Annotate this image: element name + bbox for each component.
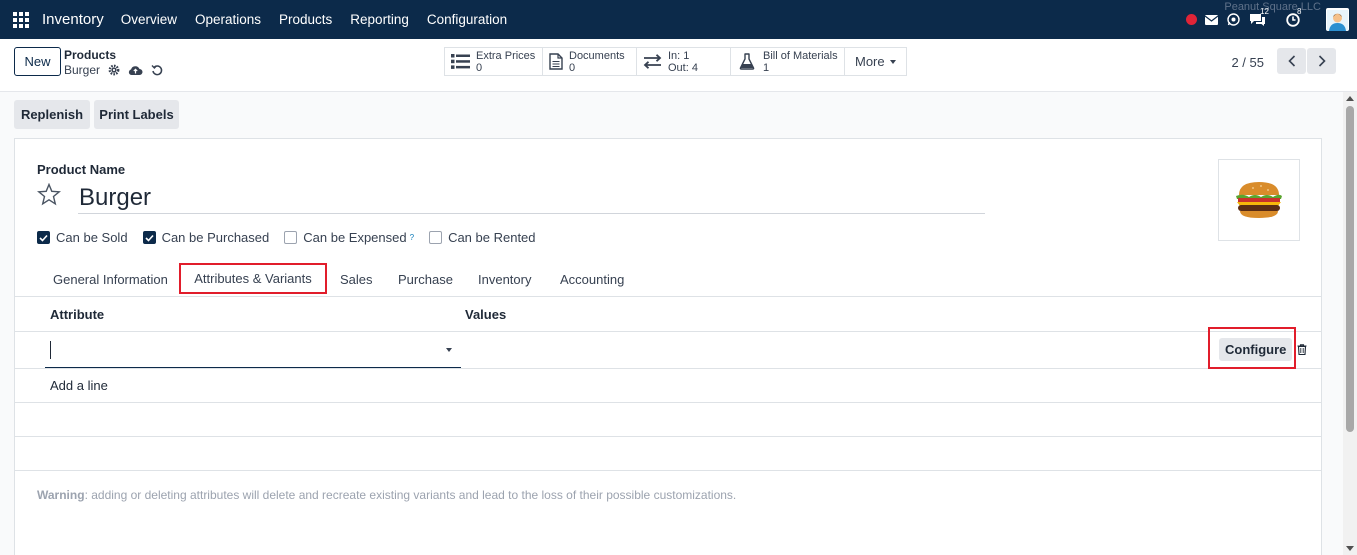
document-icon [549, 53, 563, 70]
configure-button[interactable]: Configure [1219, 338, 1293, 361]
can-be-sold-checkbox[interactable]: Can be Sold [37, 230, 128, 245]
user-avatar[interactable] [1326, 8, 1349, 31]
documents-value: 0 [569, 61, 576, 74]
checkbox-unchecked[interactable] [429, 231, 443, 244]
can-be-purchased-label: Can be Purchased [161, 230, 270, 245]
more-label: More [855, 54, 885, 69]
tab-general-information[interactable]: General Information [53, 262, 168, 296]
can-be-expensed-label: Can be Expensed [303, 230, 407, 245]
help-tooltip-icon[interactable]: ? [410, 233, 414, 242]
smart-button-in-out[interactable]: In: 1 Out: 4 [636, 47, 731, 76]
menu-products[interactable]: Products [279, 12, 332, 27]
table-row: Configure [15, 327, 1321, 369]
caret-down-icon [889, 59, 896, 64]
attribute-select-input[interactable] [45, 334, 461, 368]
tab-attributes-variants[interactable]: Attributes & Variants [179, 263, 327, 294]
product-name-label: Product Name [37, 162, 126, 177]
can-be-expensed-checkbox[interactable]: Can be Expensed ? [284, 230, 414, 245]
column-attribute[interactable]: Attribute [50, 307, 104, 322]
print-labels-button[interactable]: Print Labels [94, 100, 179, 129]
clock-icon[interactable]: 8 [1286, 7, 1301, 27]
activities-count: 8 [1297, 6, 1302, 16]
extra-prices-label: Extra Prices [476, 49, 536, 62]
empty-row [15, 403, 1321, 437]
can-be-rented-label: Can be Rented [448, 230, 536, 245]
add-a-line-link[interactable]: Add a line [50, 378, 108, 393]
breadcrumb-products[interactable]: Products [64, 48, 116, 62]
menu-overview[interactable]: Overview [121, 12, 177, 27]
tab-inventory[interactable]: Inventory [478, 262, 531, 296]
variants-warning: Warning: adding or deleting attributes w… [37, 488, 736, 502]
gear-icon[interactable] [108, 64, 120, 76]
menu-operations[interactable]: Operations [195, 12, 261, 27]
breadcrumb-current: Burger [64, 63, 101, 77]
menu-configuration[interactable]: Configuration [427, 12, 507, 27]
in-label: In: 1 [668, 49, 690, 62]
warning-text: : adding or deleting attributes will del… [84, 488, 737, 502]
warning-label: Warning [37, 488, 85, 502]
checkbox-checked[interactable] [37, 231, 50, 244]
scroll-down-arrow-icon[interactable] [1346, 546, 1354, 551]
tab-sales[interactable]: Sales [340, 262, 373, 296]
scrollbar-thumb[interactable] [1346, 106, 1354, 432]
cloud-upload-icon[interactable] [128, 64, 143, 76]
chevron-right-icon [1318, 55, 1326, 67]
more-dropdown[interactable]: More [844, 47, 907, 76]
smart-buttons: Extra Prices 0 Documents 0 In: 1 Out: 4 Bil… [444, 47, 907, 76]
list-icon [451, 54, 470, 69]
tab-accounting[interactable]: Accounting [560, 262, 624, 296]
bom-value: 1 [763, 61, 770, 74]
bom-label: Bill of Materials [763, 49, 838, 62]
out-label: Out: 4 [668, 61, 698, 74]
column-values[interactable]: Values [465, 307, 506, 322]
caret-down-icon[interactable] [446, 348, 452, 352]
burger-image [1236, 182, 1282, 218]
text-cursor [50, 341, 51, 359]
extra-prices-value: 0 [476, 61, 483, 74]
apps-grid-icon[interactable] [13, 11, 29, 28]
control-panel: New Products Burger Extra Prices 0 Docume… [0, 39, 1357, 92]
checkbox-checked[interactable] [142, 231, 156, 244]
product-flags: Can be Sold Can be Purchased Can be Expe… [37, 230, 551, 245]
form-sheet: Product Name Burger Can be Sold Can be P… [14, 138, 1322, 555]
discard-undo-icon[interactable] [151, 64, 163, 76]
trash-icon[interactable] [1297, 343, 1307, 358]
can-be-rented-checkbox[interactable]: Can be Rented [429, 230, 536, 245]
pager-value[interactable]: 2 / 55 [1231, 55, 1264, 70]
smart-button-documents[interactable]: Documents 0 [542, 47, 637, 76]
checkbox-unchecked[interactable] [284, 231, 298, 244]
chat-icon[interactable]: 12 [1249, 7, 1269, 27]
tab-purchase[interactable]: Purchase [398, 262, 453, 296]
new-button[interactable]: New [14, 47, 61, 76]
envelope-icon[interactable] [1205, 14, 1218, 25]
can-be-sold-label: Can be Sold [56, 230, 128, 245]
record-dot-icon[interactable] [1186, 14, 1197, 25]
smart-button-extra-prices[interactable]: Extra Prices 0 [444, 47, 543, 76]
attributes-table-header: Attribute Values [15, 298, 1321, 332]
top-navbar: Inventory Overview Operations Products R… [0, 0, 1357, 39]
scroll-up-arrow-icon[interactable] [1346, 96, 1354, 101]
breadcrumb: Burger [64, 63, 163, 77]
app-name[interactable]: Inventory [42, 11, 104, 28]
can-be-purchased-checkbox[interactable]: Can be Purchased [142, 230, 270, 245]
menu-reporting[interactable]: Reporting [350, 12, 409, 27]
empty-row [15, 437, 1321, 471]
pager-next-button[interactable] [1307, 48, 1336, 74]
chevron-left-icon [1287, 55, 1295, 67]
product-image[interactable] [1218, 159, 1300, 241]
pager-previous-button[interactable] [1277, 48, 1306, 74]
messages-count: 12 [1260, 6, 1269, 16]
replenish-button[interactable]: Replenish [14, 100, 90, 129]
table-row: Add a line [15, 369, 1321, 403]
product-name-input[interactable]: Burger [78, 182, 985, 214]
flask-icon [739, 53, 755, 70]
notebook-tabs: General Information Attributes & Variant… [15, 262, 1321, 297]
smart-button-bill-of-materials[interactable]: Bill of Materials 1 [730, 47, 845, 76]
exchange-icon [643, 54, 662, 69]
whatsapp-icon[interactable] [1227, 13, 1240, 26]
documents-label: Documents [569, 49, 625, 62]
star-icon[interactable] [36, 182, 62, 209]
